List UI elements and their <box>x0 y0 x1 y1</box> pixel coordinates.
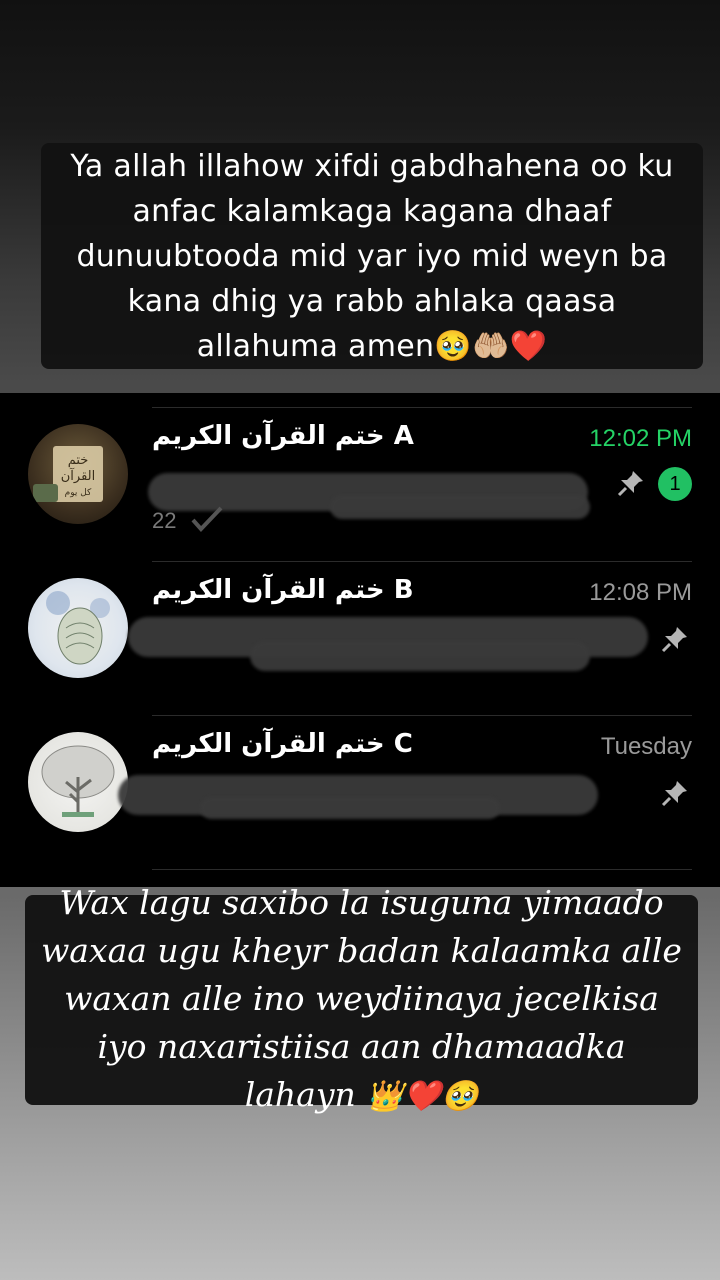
chat-row-c[interactable]: ختم القرآن الكريم C Tuesday <box>0 715 720 869</box>
chat-time: Tuesday <box>600 733 692 760</box>
avatar-text-3: كل يوم <box>65 488 92 498</box>
pin-icon <box>617 471 643 497</box>
caption-bottom-emoji: 👑❤️🥹 <box>366 1079 479 1114</box>
caption-bottom-text: Wax lagu saxibo la isuguna yimaado waxaa… <box>41 883 682 1114</box>
chat-time: 12:08 PM <box>589 579 692 606</box>
story-caption-top: Ya allah illahow xifdi gabdhahena oo ku … <box>41 143 703 369</box>
chat-list-panel: ختم القرآن كل يوم ختم القرآن الكريم A 12… <box>0 393 720 887</box>
avatar[interactable] <box>28 732 128 832</box>
avatar-text-1: ختم <box>68 453 89 468</box>
story-caption-bottom: Wax lagu saxibo la isuguna yimaado waxaa… <box>25 883 698 1114</box>
chat-row-b[interactable]: ختم القرآن الكريم B 12:08 PM <box>0 561 720 715</box>
quran-avatar-icon: ختم القرآن كل يوم <box>33 446 103 502</box>
redaction-scribble <box>250 641 590 671</box>
preview-count: 22 <box>152 508 177 533</box>
chat-row-a[interactable]: ختم القرآن كل يوم ختم القرآن الكريم A 12… <box>0 407 720 561</box>
calligraphy-avatar-icon <box>46 591 110 665</box>
tree-avatar-icon <box>41 745 115 817</box>
unread-badge: 1 <box>658 467 692 501</box>
caption-top-text: Ya allah illahow xifdi gabdhahena oo ku … <box>70 148 674 364</box>
chat-name: ختم القرآن الكريم C <box>152 729 413 759</box>
chat-name: ختم القرآن الكريم A <box>152 421 414 451</box>
avatar[interactable] <box>28 578 128 678</box>
pin-icon <box>661 781 687 807</box>
avatar-text-2: القرآن <box>61 467 95 484</box>
chat-name: ختم القرآن الكريم B <box>152 575 414 605</box>
checkmark-icon <box>191 506 223 532</box>
chat-time: 12:02 PM <box>589 425 692 452</box>
pin-icon <box>661 627 687 653</box>
redaction-scribble <box>200 797 500 819</box>
caption-top-emoji: 🥹🤲🏼❤️ <box>434 328 548 364</box>
redaction-scribble <box>330 495 590 519</box>
avatar[interactable]: ختم القرآن كل يوم <box>28 424 128 524</box>
divider <box>152 869 692 870</box>
